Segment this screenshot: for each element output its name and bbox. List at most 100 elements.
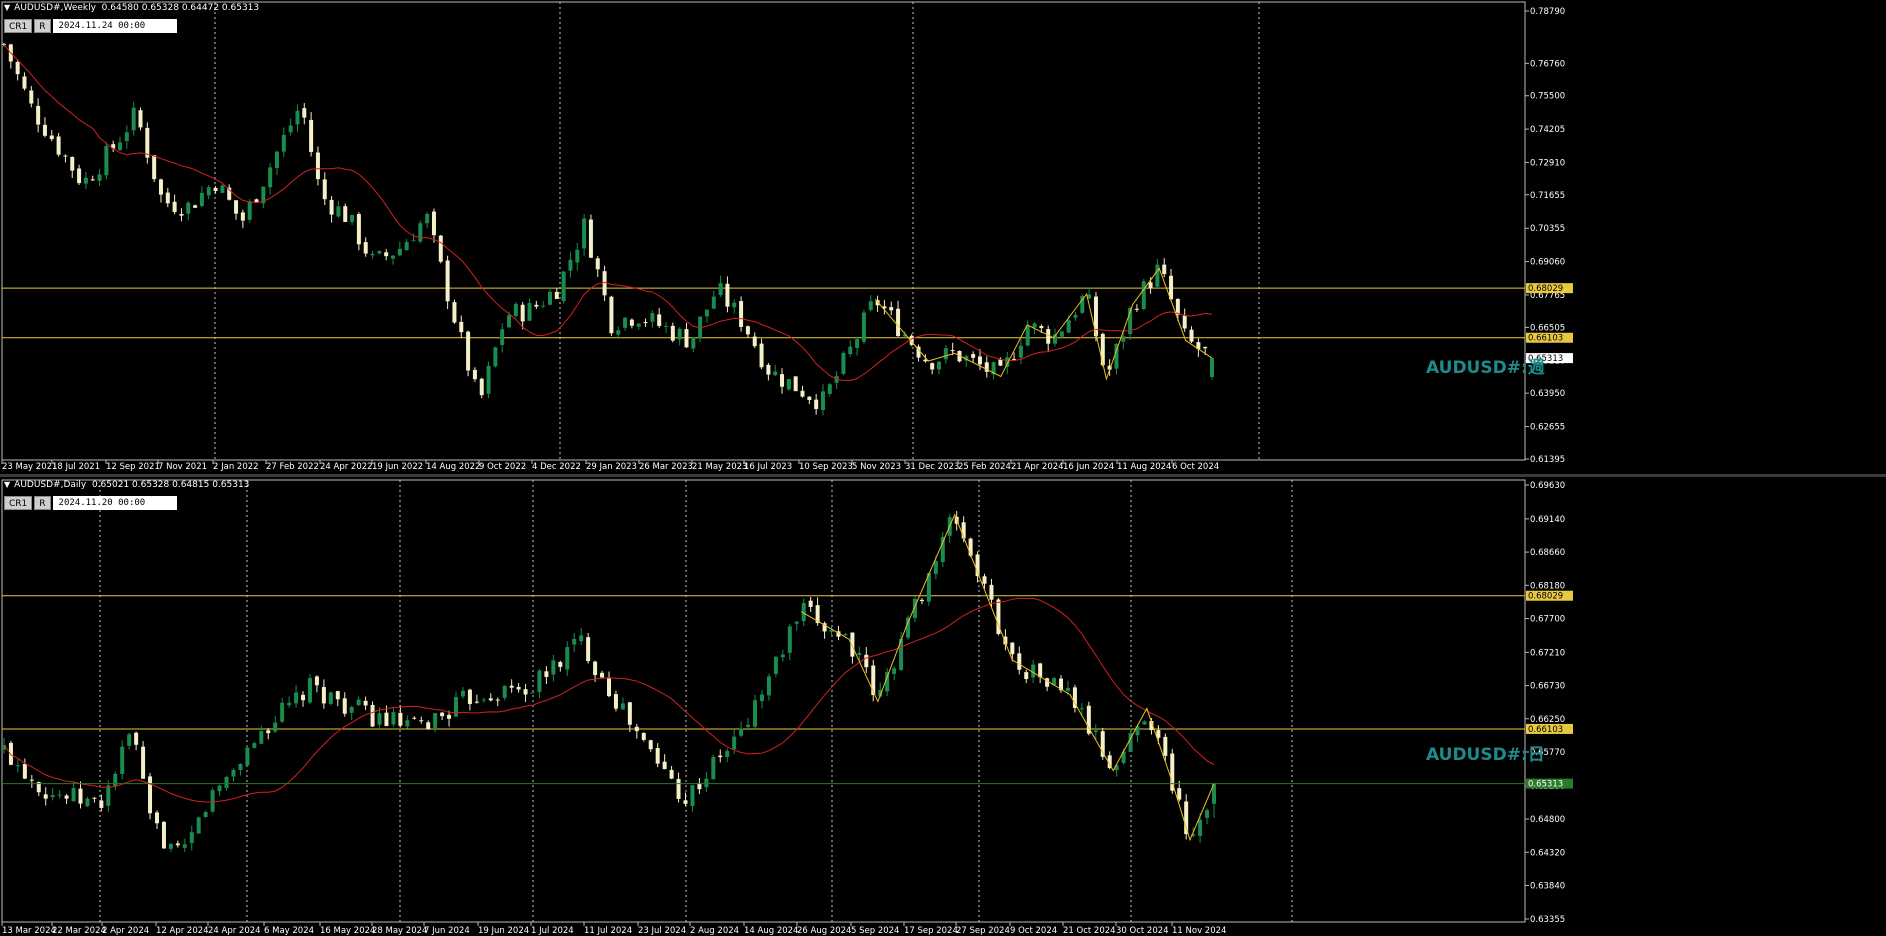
bull-candle xyxy=(113,773,118,787)
x-tick-label: 14 Aug 2024 xyxy=(744,926,798,936)
weekly-controls: CR1 R 2024.11.24 00:00 xyxy=(4,19,177,33)
bear-candle xyxy=(1182,315,1187,329)
y-tick-label: 0.74205 xyxy=(1530,125,1565,135)
r-button[interactable]: R xyxy=(34,496,51,510)
bear-candle xyxy=(593,661,598,675)
bear-candle xyxy=(676,778,681,799)
weekly-chart-pane[interactable]: 0.78790 0.76760 0.75500 0.74205 0.72910 0.716… xyxy=(0,0,1886,474)
weekly-chart-canvas[interactable]: 0.78790 0.76760 0.75500 0.74205 0.72910 0.716… xyxy=(0,0,1886,474)
bear-candle xyxy=(64,795,69,799)
daily-header-text: AUDUSD#,Daily 0.65021 0.65328 0.64815 0.… xyxy=(14,480,250,490)
x-tick-label: 26 Mar 2023 xyxy=(639,462,693,472)
bear-candle xyxy=(919,599,924,602)
bull-candle xyxy=(1080,296,1085,313)
y-tick-label: 0.72910 xyxy=(1530,158,1565,168)
bear-candle xyxy=(982,576,987,584)
bear-candle xyxy=(158,179,163,195)
bear-candle xyxy=(335,691,340,700)
bear-candle xyxy=(684,329,689,348)
x-tick-label: 14 Aug 2022 xyxy=(426,462,480,472)
bull-candle xyxy=(210,790,215,812)
bull-candle xyxy=(513,303,518,316)
date-box[interactable]: 2024.11.24 00:00 xyxy=(52,19,177,33)
bear-candle xyxy=(438,235,443,262)
bull-candle xyxy=(857,652,862,655)
bear-candle xyxy=(793,376,798,392)
bear-candle xyxy=(523,689,528,695)
bull-candle xyxy=(328,692,333,704)
bull-candle xyxy=(794,621,799,624)
bear-candle xyxy=(302,108,307,118)
collapse-triangle-icon[interactable]: ▼ xyxy=(4,3,10,12)
bear-candle xyxy=(648,740,653,750)
bear-candle xyxy=(384,252,389,257)
daily-chart-pane[interactable]: 0.69630 0.69140 0.68660 0.68180 0.67700 0.672… xyxy=(0,477,1886,936)
bull-candle xyxy=(530,692,535,694)
x-tick-label: 7 Jun 2024 xyxy=(424,926,470,936)
bear-candle xyxy=(745,326,750,335)
bear-candle xyxy=(766,364,771,375)
bear-candle xyxy=(495,699,500,701)
daily-chart-canvas[interactable]: 0.69630 0.69140 0.68660 0.68180 0.67700 0.672… xyxy=(0,477,1886,936)
bull-candle xyxy=(391,712,396,725)
bull-candle xyxy=(690,785,695,806)
bear-candle xyxy=(234,200,239,214)
bear-candle xyxy=(950,350,955,352)
bear-candle xyxy=(370,704,375,727)
cr1-button[interactable]: CR1 xyxy=(4,496,33,510)
bull-candle xyxy=(104,145,109,176)
r-button[interactable]: R xyxy=(34,19,51,33)
bull-candle xyxy=(124,132,129,142)
bear-candle xyxy=(718,755,723,758)
bull-candle xyxy=(848,346,853,355)
bull-candle xyxy=(481,699,486,701)
bull-candle xyxy=(336,206,341,217)
bull-candle xyxy=(281,134,286,152)
bear-candle xyxy=(586,637,591,662)
bull-candle xyxy=(295,110,300,125)
bear-candle xyxy=(384,712,389,727)
bull-candle xyxy=(189,832,194,844)
bear-candle xyxy=(363,242,368,254)
bull-candle xyxy=(650,313,655,322)
x-tick-label: 30 Oct 2024 xyxy=(1116,926,1169,936)
x-tick-label: 16 May 2024 xyxy=(320,926,375,936)
bull-candle xyxy=(238,763,243,770)
bull-candle xyxy=(418,223,423,242)
bull-candle xyxy=(288,125,293,133)
cr1-button[interactable]: CR1 xyxy=(4,19,33,33)
x-tick-label: 23 Jul 2024 xyxy=(638,926,686,936)
bull-candle xyxy=(746,724,751,727)
bear-candle xyxy=(780,374,785,387)
bear-candle xyxy=(641,732,646,740)
bear-candle xyxy=(989,584,994,600)
bear-candle xyxy=(329,199,334,215)
collapse-triangle-icon[interactable]: ▼ xyxy=(4,480,10,489)
bull-candle xyxy=(1031,664,1036,678)
x-tick-label: 19 Jun 2022 xyxy=(372,462,423,472)
bear-candle xyxy=(148,776,153,814)
x-tick-label: 21 Oct 2024 xyxy=(1063,926,1116,936)
bull-candle xyxy=(786,379,791,390)
bear-candle xyxy=(1046,329,1051,344)
bear-candle xyxy=(1162,264,1167,275)
y-tick-label: 0.70355 xyxy=(1530,224,1565,234)
date-box[interactable]: 2024.11.20 00:00 xyxy=(52,496,177,510)
y-tick-label: 0.64800 xyxy=(1530,815,1565,825)
bear-candle xyxy=(600,672,605,678)
bear-candle xyxy=(42,124,47,136)
bull-candle xyxy=(527,302,532,321)
bull-candle xyxy=(677,328,682,340)
bear-candle xyxy=(145,127,150,158)
bull-candle xyxy=(287,702,292,706)
bear-candle xyxy=(814,399,819,410)
bear-candle xyxy=(657,314,662,326)
bear-candle xyxy=(670,325,675,341)
bull-candle xyxy=(460,690,465,697)
bear-candle xyxy=(739,301,744,327)
bull-candle xyxy=(1025,325,1030,346)
bear-candle xyxy=(467,689,472,705)
x-tick-label: 10 Sep 2023 xyxy=(799,462,853,472)
bull-candle xyxy=(280,702,285,722)
bull-candle xyxy=(780,654,785,658)
